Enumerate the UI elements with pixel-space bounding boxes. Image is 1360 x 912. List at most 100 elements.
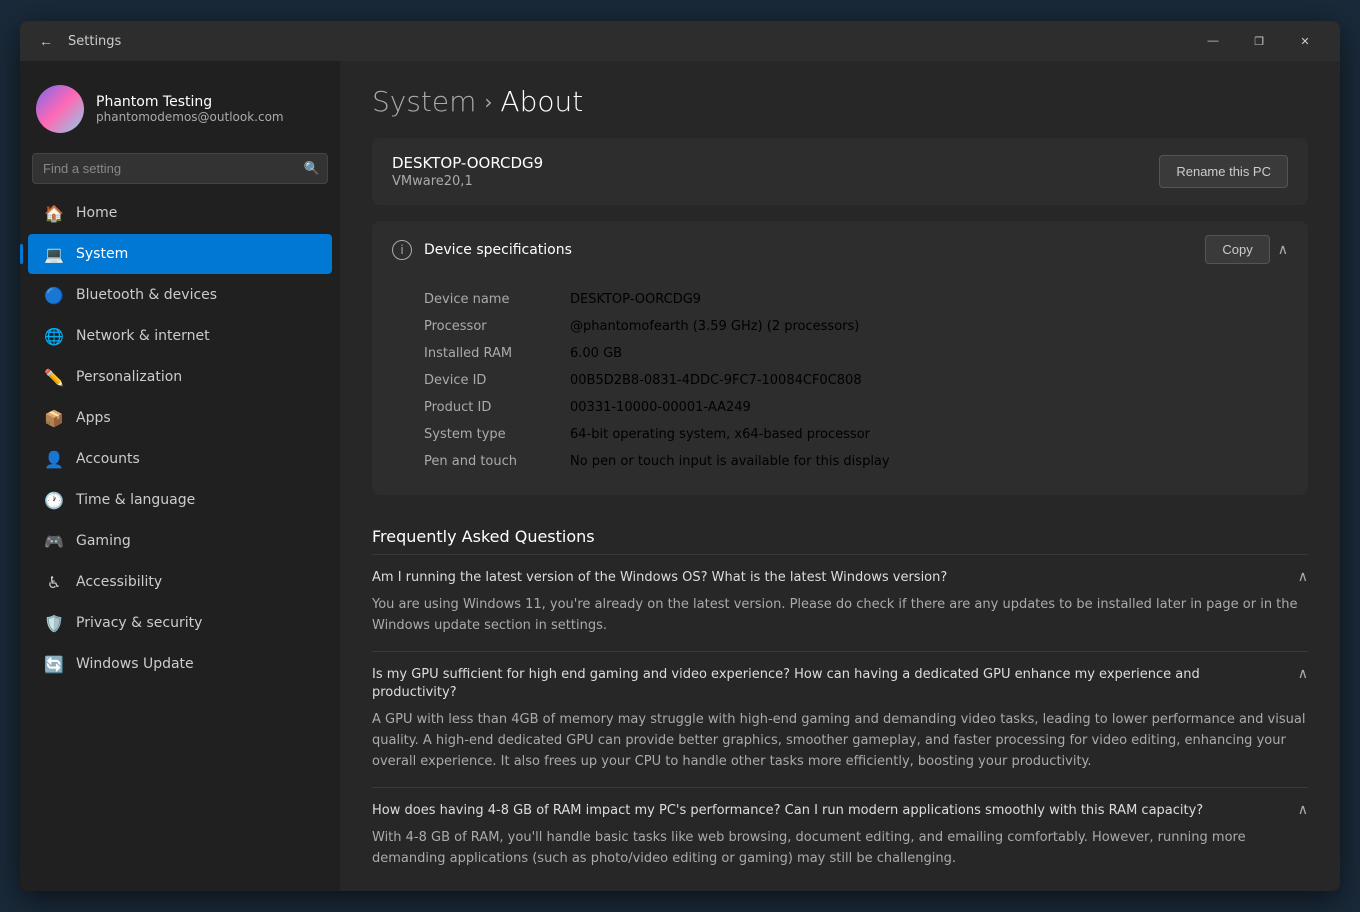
sidebar-item-bluetooth[interactable]: 🔵 Bluetooth & devices (28, 275, 332, 315)
spec-value: 00331-10000-00001-AA249 (570, 400, 751, 415)
sidebar-item-system[interactable]: 💻 System (28, 234, 332, 274)
spec-label: Product ID (424, 400, 554, 415)
faq-title: Frequently Asked Questions (372, 511, 1308, 554)
sidebar-item-label: Privacy & security (76, 615, 202, 631)
spec-table: Device nameDESKTOP-OORCDG9 Processor @phan… (372, 278, 1308, 495)
main-content: System › About DESKTOP-OORCDG9 VMware20,… (340, 61, 1340, 891)
title-bar: ← Settings — ❐ ✕ (20, 21, 1340, 61)
faq-item: How does having 4-8 GB of RAM impact my … (372, 787, 1308, 884)
spec-label: Installed RAM (424, 346, 554, 361)
spec-row: Device nameDESKTOP-OORCDG9 (424, 286, 1288, 313)
spec-extra: (3.59 GHz) (2 processors) (693, 319, 860, 334)
info-icon: i (392, 240, 412, 260)
system-icon: 💻 (44, 244, 64, 264)
sidebar-item-label: Gaming (76, 533, 131, 549)
apps-icon: 📦 (44, 408, 64, 428)
pc-card: DESKTOP-OORCDG9 VMware20,1 Rename this P… (372, 138, 1308, 205)
user-info: Phantom Testing phantomodemos@outlook.co… (96, 94, 284, 124)
section-header-left: i Device specifications (392, 240, 572, 260)
user-section: Phantom Testing phantomodemos@outlook.co… (20, 69, 340, 149)
sidebar-item-gaming[interactable]: 🎮 Gaming (28, 521, 332, 561)
spec-value: 6.00 GB (570, 346, 622, 361)
spec-value: No pen or touch input is available for t… (570, 454, 890, 469)
spec-value: 64-bit operating system, x64-based proce… (570, 427, 870, 442)
spec-row: Processor @phantomofearth (3.59 GHz) (2 p… (424, 313, 1288, 340)
breadcrumb-parent[interactable]: System (372, 85, 476, 118)
chevron-up-icon: ∧ (1278, 242, 1288, 258)
sidebar-item-label: Apps (76, 410, 111, 426)
sidebar-item-label: Home (76, 205, 117, 221)
minimize-button[interactable]: — (1190, 25, 1236, 57)
home-icon: 🏠 (44, 203, 64, 223)
close-button[interactable]: ✕ (1282, 25, 1328, 57)
spec-value: @phantomofearth (3.59 GHz) (2 processors… (570, 319, 859, 334)
user-name: Phantom Testing (96, 94, 284, 110)
sidebar-item-home[interactable]: 🏠 Home (28, 193, 332, 233)
faq-chevron-icon: ∧ (1298, 802, 1308, 818)
spec-label: Processor (424, 319, 554, 334)
pc-hostname: DESKTOP-OORCDG9 (392, 154, 543, 172)
sidebar-item-time[interactable]: 🕐 Time & language (28, 480, 332, 520)
sidebar-item-label: Windows Update (76, 656, 194, 672)
faq-answer: You are using Windows 11, you're already… (372, 595, 1308, 637)
accessibility-icon: ♿ (44, 572, 64, 592)
personalization-icon: ✏️ (44, 367, 64, 387)
title-bar-left: ← Settings (32, 27, 1190, 55)
sidebar-item-label: Bluetooth & devices (76, 287, 217, 303)
spec-label: Pen and touch (424, 454, 554, 469)
gaming-icon: 🎮 (44, 531, 64, 551)
spec-row: Installed RAM 6.00 GB (424, 340, 1288, 367)
spec-row: System type64-bit operating system, x64-… (424, 421, 1288, 448)
title-bar-title: Settings (68, 34, 121, 49)
copy-button[interactable]: Copy (1205, 235, 1269, 264)
related-links: Related links Domain or workgroupSystem … (372, 883, 1308, 891)
network-icon: 🌐 (44, 326, 64, 346)
sidebar-item-privacy[interactable]: 🛡️ Privacy & security (28, 603, 332, 643)
faq-question: How does having 4-8 GB of RAM impact my … (372, 802, 1282, 820)
sidebar-item-network[interactable]: 🌐 Network & internet (28, 316, 332, 356)
spec-row: Product ID 00331-10000-00001-AA249 (424, 394, 1288, 421)
accounts-icon: 👤 (44, 449, 64, 469)
time-icon: 🕐 (44, 490, 64, 510)
device-specs-section: i Device specifications Copy ∧ Device na… (372, 221, 1308, 495)
sidebar-item-apps[interactable]: 📦 Apps (28, 398, 332, 438)
sidebar-item-label: Personalization (76, 369, 182, 385)
pc-model: VMware20,1 (392, 174, 543, 189)
sidebar-item-update[interactable]: 🔄 Windows Update (28, 644, 332, 684)
bluetooth-icon: 🔵 (44, 285, 64, 305)
sidebar-item-accessibility[interactable]: ♿ Accessibility (28, 562, 332, 602)
breadcrumb-current: About (500, 85, 583, 118)
section-actions: Copy ∧ (1205, 235, 1288, 264)
faq-question: Am I running the latest version of the W… (372, 569, 1282, 587)
breadcrumb: System › About (372, 85, 1308, 118)
faq-answer: A GPU with less than 4GB of memory may s… (372, 710, 1308, 772)
faq-answer: With 4-8 GB of RAM, you'll handle basic … (372, 828, 1308, 870)
sidebar-item-label: Accounts (76, 451, 140, 467)
breadcrumb-separator: › (484, 90, 492, 114)
back-button[interactable]: ← (32, 27, 60, 55)
faq-question: Is my GPU sufficient for high end gaming… (372, 666, 1282, 702)
device-specs-header[interactable]: i Device specifications Copy ∧ (372, 221, 1308, 278)
search-input[interactable] (32, 153, 328, 184)
pc-info: DESKTOP-OORCDG9 VMware20,1 (392, 154, 543, 189)
spec-value: DESKTOP-OORCDG9 (570, 292, 701, 307)
maximize-button[interactable]: ❐ (1236, 25, 1282, 57)
faq-chevron-icon: ∧ (1298, 666, 1308, 682)
spec-row: Pen and touch No pen or touch input is av… (424, 448, 1288, 475)
faq-items: Am I running the latest version of the W… (372, 554, 1308, 883)
faq-question-row[interactable]: How does having 4-8 GB of RAM impact my … (372, 802, 1308, 820)
sidebar-item-accounts[interactable]: 👤 Accounts (28, 439, 332, 479)
update-icon: 🔄 (44, 654, 64, 674)
search-icon: 🔍 (304, 161, 320, 176)
faq-question-row[interactable]: Is my GPU sufficient for high end gaming… (372, 666, 1308, 702)
nav-container: 🏠 Home 💻 System 🔵 Bluetooth & devices 🌐 … (20, 192, 340, 685)
sidebar-item-personalization[interactable]: ✏️ Personalization (28, 357, 332, 397)
rename-pc-button[interactable]: Rename this PC (1159, 155, 1288, 188)
sidebar-item-label: System (76, 246, 128, 262)
content-area: Phantom Testing phantomodemos@outlook.co… (20, 61, 1340, 891)
sidebar: Phantom Testing phantomodemos@outlook.co… (20, 61, 340, 891)
search-box: 🔍 (32, 153, 328, 184)
sidebar-item-label: Time & language (76, 492, 195, 508)
faq-question-row[interactable]: Am I running the latest version of the W… (372, 569, 1308, 587)
settings-window: ← Settings — ❐ ✕ Phantom Testing phantom… (20, 21, 1340, 891)
